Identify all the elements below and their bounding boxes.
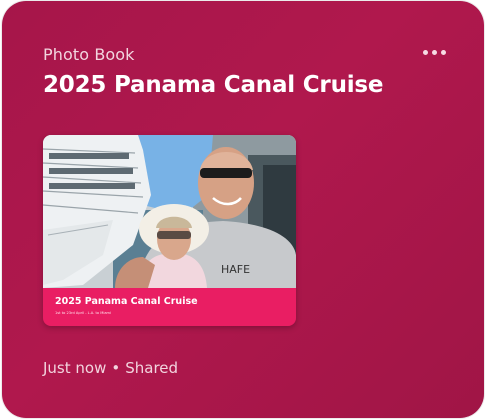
cover-photo: HAFE	[43, 135, 296, 288]
more-options-button[interactable]	[416, 41, 452, 63]
cover-title-band: 2025 Panama Canal Cruise 1st to 23rd Apr…	[43, 288, 296, 326]
cover-subtitle: 1st to 23rd April - L.A. to Miami	[55, 311, 112, 315]
card-meta: Just now • Shared	[43, 359, 178, 377]
meta-separator: •	[111, 359, 121, 377]
more-horizontal-icon	[422, 49, 428, 55]
photo-book-card[interactable]: Photo Book 2025 Panama Canal Cruise HAFE…	[2, 1, 484, 418]
svg-text:HAFE: HAFE	[221, 263, 250, 276]
more-dot-2	[431, 49, 437, 55]
more-dot-3	[440, 49, 446, 55]
cover-title: 2025 Panama Canal Cruise	[55, 296, 198, 307]
share-status: Shared	[125, 359, 179, 377]
card-type-label: Photo Book	[43, 45, 135, 64]
timestamp: Just now	[43, 359, 107, 377]
photo-book-cover-thumbnail[interactable]: HAFE 2025 Panama Canal Cruise 1st to 23r…	[43, 135, 296, 326]
card-title: 2025 Panama Canal Cruise	[43, 72, 384, 98]
